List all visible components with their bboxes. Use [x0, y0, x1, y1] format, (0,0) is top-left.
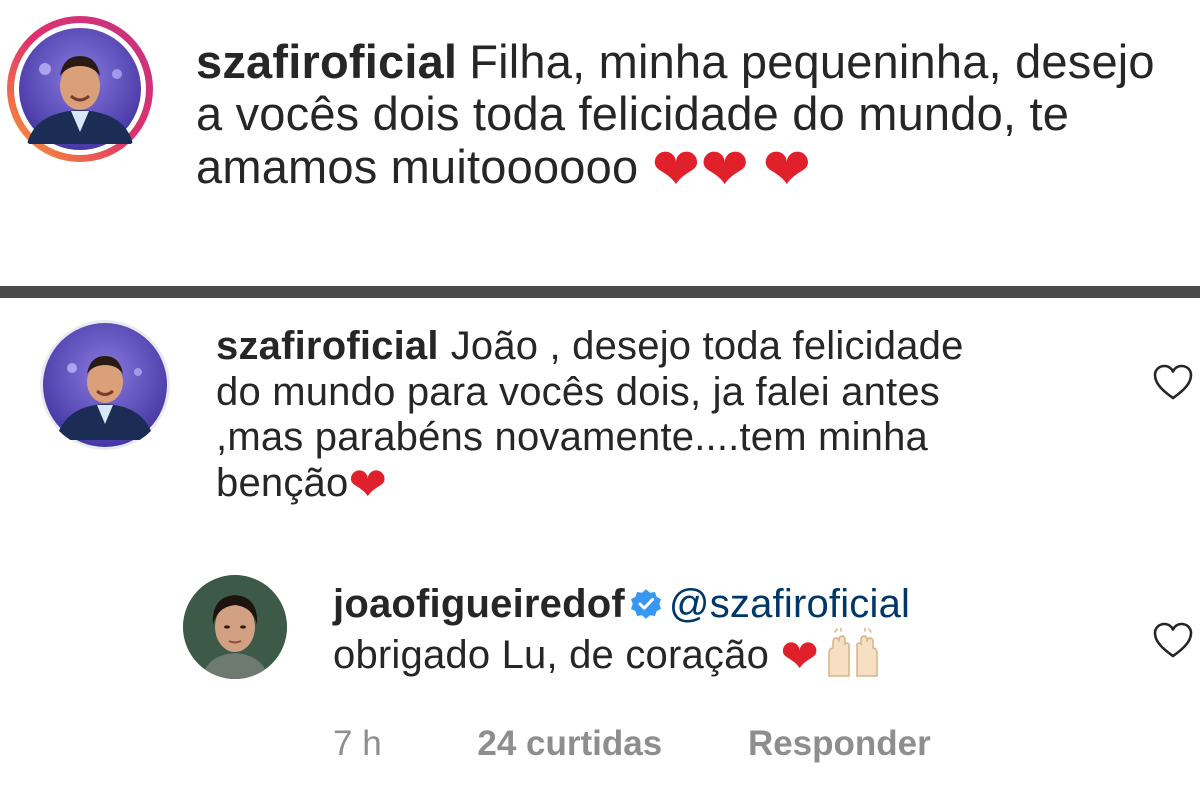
comment-username[interactable]: szafiroficial: [216, 324, 439, 368]
heart-emoji: ❤: [762, 135, 812, 203]
comment-text: szafiroficial Filha, minha pequeninha, de…: [196, 35, 1186, 203]
reply-body: obrigado Lu, de coração: [333, 632, 770, 677]
bottom-comment-panel: szafiroficial João , desejo toda felicida…: [0, 298, 1200, 800]
heart-outline-icon[interactable]: [1152, 363, 1194, 401]
avatar[interactable]: [40, 320, 170, 450]
heart-emoji: ❤: [780, 628, 820, 683]
reply-likes-count[interactable]: 24 curtidas: [477, 724, 662, 764]
reply-mention[interactable]: @szafiroficial: [669, 582, 910, 626]
reply-button[interactable]: Responder: [748, 724, 931, 764]
heart-emoji: ❤: [700, 135, 750, 203]
verified-badge-icon: [630, 589, 661, 619]
top-comment-panel: szafiroficial Filha, minha pequeninha, de…: [0, 0, 1200, 286]
avatar[interactable]: [5, 14, 155, 164]
reply-avatar[interactable]: [183, 575, 287, 679]
comment-text: szafiroficial João , desejo toda felicida…: [216, 324, 976, 507]
reply-username[interactable]: joaofigueiredof: [333, 582, 625, 626]
heart-emoji: ❤: [651, 135, 701, 203]
heart-outline-icon[interactable]: [1152, 621, 1194, 659]
reply-timestamp: 7 h: [333, 724, 382, 763]
reply-meta-row: 7 h 24 curtidas Responder: [333, 724, 931, 764]
raised-hands-emoji: [828, 627, 878, 677]
comment-username[interactable]: szafiroficial: [196, 35, 457, 88]
reply-text: joaofigueiredof @szafiroficial obrigado …: [333, 582, 1123, 679]
heart-emoji: ❤: [348, 456, 388, 511]
screenshot-divider: [0, 286, 1200, 298]
